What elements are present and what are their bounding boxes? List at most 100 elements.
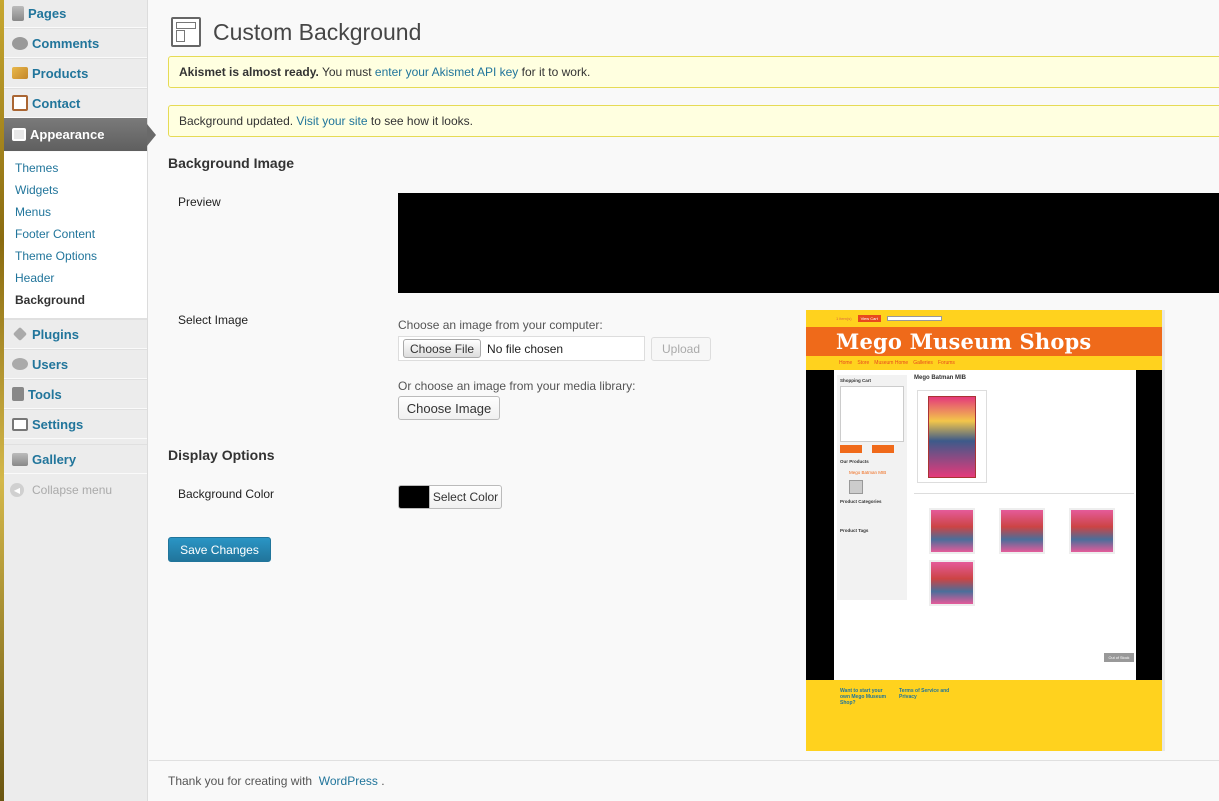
save-changes-button[interactable]: Save Changes [168,537,271,562]
submenu-widgets[interactable]: Widgets [4,179,147,201]
appearance-screen-icon [171,17,201,47]
gallery-icon [12,452,28,466]
thumb-header: Mego Museum Shops [806,327,1162,356]
sidebar-item-tools[interactable]: Tools [4,379,147,409]
page-header: Custom Background [171,17,421,47]
background-preview [398,193,1219,293]
sidebar-item-gallery[interactable]: Gallery [4,444,147,474]
choose-image-button[interactable]: Choose Image [398,396,500,420]
background-image-heading: Background Image [168,155,295,171]
computer-hint: Choose an image from your computer: [398,318,603,332]
upload-button[interactable]: Upload [651,337,711,361]
thumb-cart-heading: Shopping Cart [840,378,871,383]
sidebar-item-comments[interactable]: Comments [4,28,147,58]
tools-icon [12,387,24,401]
contact-icon [12,95,28,111]
submenu-themes[interactable]: Themes [4,157,147,179]
display-options-heading: Display Options [168,447,275,463]
updated-notice-text-end: to see how it looks. [367,114,473,128]
thumb-footer: Want to start your own Mego Museum Shop?… [806,680,1162,751]
thumb-gallery-image [929,508,975,554]
thumb-nav: Home Store Museum Home Galleries Forums [806,356,1162,370]
sidebar-item-label: Products [32,65,89,81]
sidebar-item-label: Gallery [32,451,77,467]
products-icon [12,67,28,79]
sidebar-item-label: Contact [32,95,81,111]
select-image-label: Select Image [178,313,249,327]
file-input[interactable]: Choose File No file chosen [398,336,645,361]
thumb-footer-col1: Want to start your own Mego Museum Shop? [840,688,887,706]
admin-sidebar: Pages Comments Products Contact Appearan… [4,0,156,801]
sidebar-item-label: Comments [32,35,100,51]
thumb-out-of-stock: Out of Stock [1104,653,1134,662]
akismet-notice-text: You must [318,65,375,79]
wordpress-link[interactable]: WordPress [319,774,378,788]
thumb-gallery-image [929,560,975,606]
updated-notice: Background updated. Visit your site to s… [168,105,1219,137]
thumb-gallery-image [1069,508,1115,554]
appearance-submenu: Themes Widgets Menus Footer Content Them… [4,152,147,319]
akismet-notice-text-end: for it to work. [518,65,591,79]
sidebar-item-label: Tools [28,386,62,402]
thumb-view-cart: View Cart [857,315,881,322]
submenu-footer-content[interactable]: Footer Content [4,223,147,245]
admin-footer: Thank you for creating with WordPress . [168,774,385,788]
settings-icon [12,417,28,431]
submenu-menus[interactable]: Menus [4,201,147,223]
thumb-topbar: 1 item(s) View Cart [806,310,1162,327]
thumb-our-products: Our Products [840,459,869,464]
footer-divider [149,760,1219,761]
thumb-product-desc [914,493,1134,502]
thumb-categories: Product Categories [840,499,882,504]
akismet-api-key-link[interactable]: enter your Akismet API key [375,65,518,79]
updated-notice-text: Background updated. [179,114,297,128]
thumb-site-title: Mego Museum Shops [836,329,1092,354]
footer-text: Thank you for creating with [168,774,316,788]
sidebar-item-label: Settings [32,416,84,432]
thumb-tags: Product Tags [840,528,869,533]
thumb-cart-count: 1 item(s) [836,316,852,321]
comments-icon [12,36,28,50]
pages-icon [12,6,24,21]
plugins-icon [12,326,28,342]
thumb-cart-table [840,386,904,442]
sidebar-item-contact[interactable]: Contact [4,88,147,118]
sidebar-item-plugins[interactable]: Plugins [4,319,147,349]
sidebar-item-label: Users [32,356,69,372]
background-color-label: Background Color [178,487,275,501]
thumb-product-main-image [917,390,987,483]
thumb-footer-col2: Terms of Service and Privacy [899,688,950,700]
appearance-icon [12,128,26,141]
thumb-sidebar: Shopping Cart Our Products Mego Batman M… [837,375,907,600]
sidebar-item-users[interactable]: Users [4,349,147,379]
thumb-product-image [849,480,863,494]
collapse-menu[interactable]: ◀ Collapse menu [4,474,147,506]
library-hint: Or choose an image from your media libra… [398,379,636,393]
thumb-gallery-image [999,508,1045,554]
submenu-theme-options[interactable]: Theme Options [4,245,147,267]
sidebar-item-pages[interactable]: Pages [4,0,147,28]
users-icon [12,358,28,370]
thumb-cart-buttons [837,442,907,456]
sidebar-item-label: Plugins [32,326,79,342]
sidebar-item-label: Appearance [30,127,105,142]
thumb-product: Mego Batman MIB Out of Stock [914,375,1134,662]
akismet-notice-bold: Akismet is almost ready. [179,65,319,79]
sidebar-item-products[interactable]: Products [4,58,147,88]
sidebar-item-settings[interactable]: Settings [4,409,147,439]
sidebar-item-appearance[interactable]: Appearance [4,118,156,152]
select-color-button[interactable]: Select Color [429,485,502,509]
visit-site-link[interactable]: Visit your site [296,114,367,128]
collapse-menu-label: Collapse menu [32,483,113,497]
thumb-content: Shopping Cart Our Products Mego Batman M… [834,370,1136,680]
color-swatch[interactable] [398,485,430,509]
submenu-background[interactable]: Background [4,289,147,311]
submenu-header[interactable]: Header [4,267,147,289]
page-title: Custom Background [213,18,422,45]
sidebar-item-label: Pages [28,6,67,21]
thumb-shop-select [886,316,942,321]
akismet-notice: Akismet is almost ready. You must enter … [168,56,1219,88]
choose-file-button[interactable]: Choose File [403,339,482,358]
thumb-body: Shopping Cart Our Products Mego Batman M… [806,370,1162,680]
main-content: Custom Background Akismet is almost read… [149,0,1219,801]
